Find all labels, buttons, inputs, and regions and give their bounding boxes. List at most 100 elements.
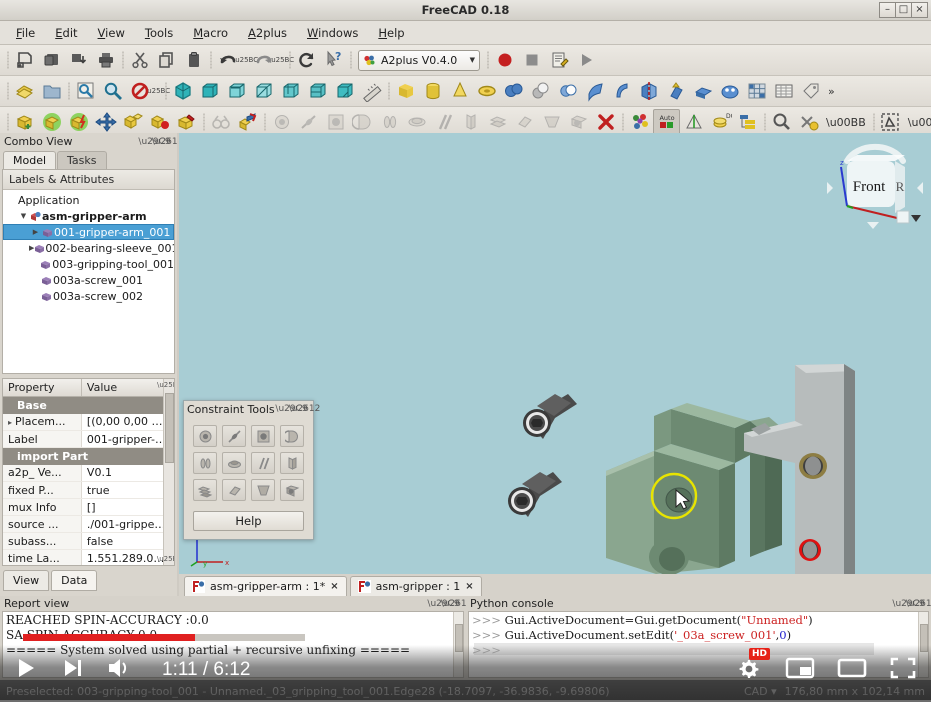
point-on-plane-icon[interactable] (251, 425, 275, 447)
box-icon[interactable] (392, 78, 419, 105)
property-row[interactable]: mux Info[] (3, 499, 174, 516)
undo-dropdown-arrow[interactable]: \u25BC (241, 56, 250, 64)
spherical-surface-icon[interactable] (222, 452, 246, 474)
property-tab-view[interactable]: View (3, 570, 49, 591)
report-scrollbar[interactable] (453, 612, 463, 677)
macro-stop-icon[interactable] (518, 47, 545, 74)
move-part-icon[interactable] (92, 109, 119, 136)
property-row[interactable]: a2p_ Ve...V0.1 (3, 465, 174, 482)
menu-item-a2plus[interactable]: A2plus (240, 23, 295, 43)
scrollbar-thumb[interactable] (920, 624, 928, 652)
redo-icon[interactable] (250, 47, 277, 74)
spreadsheet-icon[interactable] (770, 78, 797, 105)
chevron-down-icon[interactable]: \u25BC (153, 87, 162, 95)
tree-item[interactable]: Application (3, 192, 174, 208)
right-view-icon[interactable] (250, 78, 277, 105)
tree-view-icon[interactable] (734, 109, 761, 136)
solve-part-icon[interactable] (173, 109, 200, 136)
circular-edge-icon[interactable] (193, 452, 217, 474)
refresh-icon[interactable] (293, 47, 320, 74)
property-value[interactable]: ./001-gripper-ar... (81, 516, 173, 533)
spheric-constraint-icon[interactable] (403, 109, 430, 136)
std-viewfitall-icon[interactable] (11, 78, 38, 105)
macro-edit-icon[interactable] (545, 47, 572, 74)
property-value[interactable]: V0.1 (81, 465, 173, 482)
menu-item-tools[interactable]: Tools (137, 23, 181, 43)
point-constraint-icon[interactable] (268, 109, 295, 136)
settings-gear-icon[interactable]: HD (735, 655, 763, 684)
front-view-icon[interactable] (196, 78, 223, 105)
duplicate-part-icon[interactable] (119, 109, 146, 136)
tree-item[interactable]: 003-gripping-tool_001 (3, 256, 174, 272)
model-tree[interactable]: Application▼asm-gripper-arm▶001-gripper-… (3, 190, 174, 373)
cut-icon[interactable] (126, 47, 153, 74)
import-part-icon[interactable] (38, 109, 65, 136)
tag-icon[interactable] (797, 78, 824, 105)
property-row[interactable]: Label001-gripper-ar... (3, 431, 174, 448)
toolbar-overflow-button[interactable]: » (824, 85, 839, 98)
point-on-line-icon[interactable] (222, 425, 246, 447)
plane-angle-icon[interactable] (538, 109, 565, 136)
scroll-down-icon[interactable]: \u25BC (164, 553, 175, 565)
maximize-button[interactable]: □ (895, 2, 912, 18)
navigation-cube[interactable]: Front R z (825, 141, 925, 237)
toolbar-overflow-button-2[interactable]: \u00BB (904, 116, 931, 129)
theater-mode-icon[interactable] (837, 656, 867, 683)
new-document-icon[interactable] (11, 47, 38, 74)
union-icon[interactable] (500, 78, 527, 105)
whats-this-icon[interactable]: ? (320, 47, 347, 74)
scrollbar-thumb[interactable] (455, 624, 463, 652)
dof-info-icon[interactable]: DOF (707, 109, 734, 136)
paste-icon[interactable] (180, 47, 207, 74)
plane-coincident-icon[interactable] (484, 109, 511, 136)
tree-expander[interactable]: ▶ (30, 228, 41, 236)
close-icon[interactable]: \u2612 (916, 598, 927, 609)
property-row[interactable]: time La...1.551.289.078,864 (3, 550, 174, 567)
copy-icon[interactable] (153, 47, 180, 74)
close-icon[interactable]: \u2612 (162, 136, 173, 147)
menu-item-edit[interactable]: Edit (47, 23, 85, 43)
sphere-center-icon[interactable] (280, 425, 304, 447)
shape-builder-icon[interactable] (716, 78, 743, 105)
minimize-button[interactable]: – (879, 2, 896, 18)
tree-item[interactable]: ▶002-bearing-sleeve_001 (3, 240, 174, 256)
property-row[interactable]: source ..../001-gripper-ar... (3, 516, 174, 533)
box-selection-icon[interactable] (126, 78, 153, 105)
degrees-of-freedom-icon[interactable] (207, 109, 234, 136)
left-view-icon[interactable] (331, 78, 358, 105)
property-row[interactable]: Placem...[(0,00 0,00 1,00);... (3, 414, 174, 431)
plane-coincident-icon[interactable] (193, 479, 217, 501)
tree-item[interactable]: 003a-screw_001 (3, 272, 174, 288)
solve-icon[interactable] (626, 109, 653, 136)
menu-item-view[interactable]: View (90, 23, 133, 43)
mirror-icon[interactable] (635, 78, 662, 105)
cut-boolean-icon[interactable] (554, 78, 581, 105)
property-value[interactable]: [(0,00 0,00 1,00);... (81, 414, 173, 431)
circular-edge-constraint-icon[interactable] (349, 109, 376, 136)
play-icon[interactable] (14, 655, 40, 684)
axonometric-icon[interactable] (169, 78, 196, 105)
redo-dropdown-arrow[interactable]: \u25BC (277, 56, 286, 64)
miniplayer-icon[interactable] (785, 656, 815, 683)
parallel-constraint-icon[interactable] (430, 109, 457, 136)
auto-solve-icon[interactable]: Auto (653, 109, 680, 136)
document-tab[interactable]: asm-gripper : 1× (350, 576, 482, 596)
tree-item[interactable]: 003a-screw_002 (3, 288, 174, 304)
workbench-selector[interactable]: A2plus V0.4.0 ▼ (358, 50, 480, 71)
zoom-icon[interactable] (99, 78, 126, 105)
property-tab-data[interactable]: Data (51, 570, 97, 591)
save-document-icon[interactable] (65, 47, 92, 74)
rear-view-icon[interactable] (277, 78, 304, 105)
close-icon[interactable]: × (465, 581, 473, 592)
scroll-up-icon[interactable]: \u25B2 (164, 379, 175, 391)
constraint-help-button[interactable]: Help (193, 511, 304, 531)
menu-item-macro[interactable]: Macro (185, 23, 236, 43)
property-value[interactable]: false (81, 533, 173, 550)
menu-item-windows[interactable]: Windows (299, 23, 366, 43)
axis-plane-parallel-icon[interactable] (280, 452, 304, 474)
close-icon[interactable]: × (330, 581, 338, 592)
torus-icon[interactable] (473, 78, 500, 105)
measure-icon[interactable] (358, 78, 385, 105)
plane-parallel-icon[interactable] (511, 109, 538, 136)
axial-constraint-icon[interactable] (376, 109, 403, 136)
